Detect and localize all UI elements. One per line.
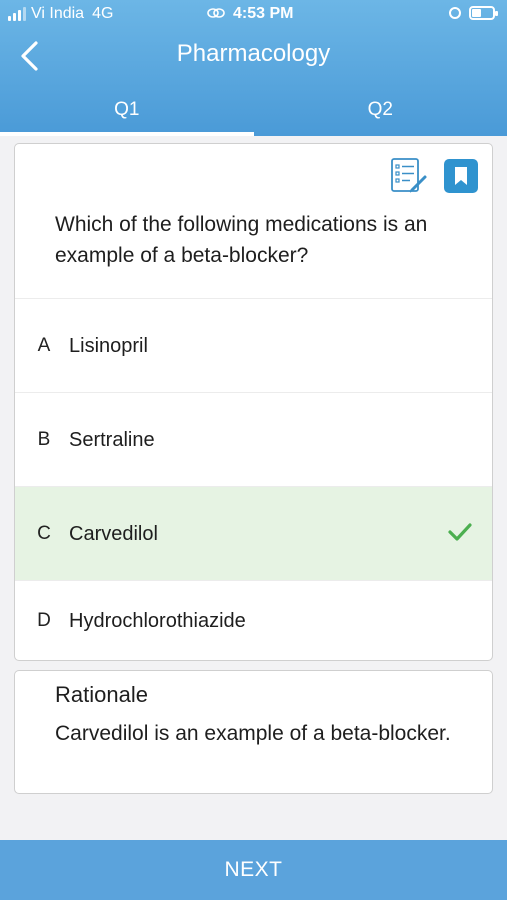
option-text: Hydrochlorothiazide: [69, 609, 246, 632]
question-text: Which of the following medications is an…: [55, 213, 428, 267]
rationale-card: Rationale Carvedilol is an example of a …: [14, 670, 493, 794]
app-header: Vi India 4G 4:53 PM Pharmacology Q1 Q2: [0, 0, 507, 136]
option-a[interactable]: A Lisinopril: [15, 298, 492, 393]
question-card: Which of the following medications is an…: [14, 143, 493, 661]
tab-q1[interactable]: Q1: [0, 90, 254, 136]
option-letter: C: [37, 523, 51, 544]
link-icon: [207, 6, 225, 22]
question-tabs: Q1 Q2: [0, 90, 507, 136]
option-c[interactable]: C Carvedilol: [15, 486, 492, 581]
checkmark-icon: [448, 523, 472, 541]
option-b[interactable]: B Sertraline: [15, 392, 492, 487]
next-button[interactable]: NEXT: [0, 840, 507, 900]
page-title: Pharmacology: [176, 40, 331, 67]
option-text: Sertraline: [69, 428, 155, 451]
option-text: Carvedilol: [69, 522, 158, 545]
option-letter: A: [37, 335, 51, 356]
status-bar: Vi India 4G 4:53 PM: [0, 0, 507, 30]
bookmark-icon: [455, 167, 467, 185]
option-d[interactable]: D Hydrochlorothiazide: [15, 580, 492, 660]
rationale-title: Rationale: [55, 682, 148, 707]
rationale-text: Carvedilol is an example of a beta-block…: [55, 722, 451, 745]
signal-icon: [8, 7, 26, 21]
option-letter: D: [37, 610, 51, 631]
status-time: 4:53 PM: [233, 5, 294, 22]
rotation-lock-icon: [449, 7, 461, 19]
carrier-label: Vi India: [31, 5, 85, 22]
bookmark-button[interactable]: [444, 159, 478, 193]
tab-q2[interactable]: Q2: [254, 90, 507, 136]
option-text: Lisinopril: [69, 334, 148, 357]
notes-checklist-icon[interactable]: [390, 157, 428, 195]
battery-icon: [469, 6, 498, 20]
option-letter: B: [37, 429, 51, 450]
network-label: 4G: [92, 5, 114, 22]
